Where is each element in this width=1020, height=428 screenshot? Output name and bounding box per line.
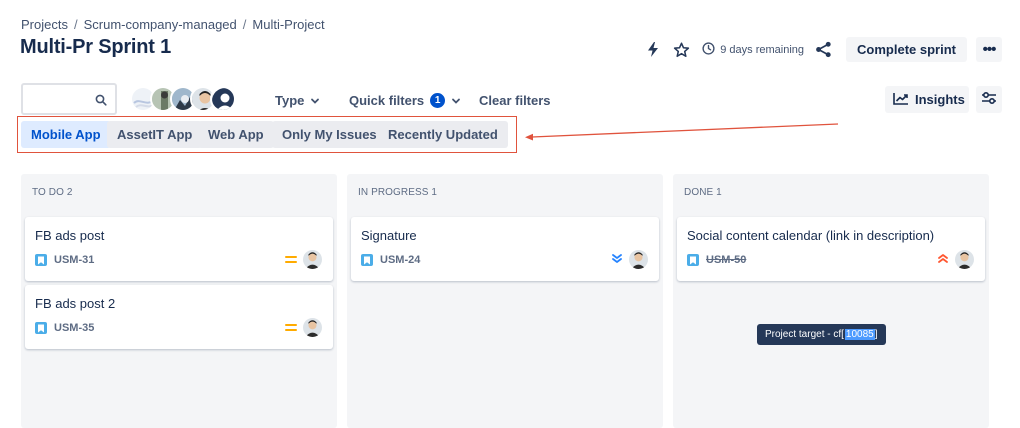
avatar[interactable] (210, 86, 236, 112)
star-icon[interactable] (670, 39, 692, 61)
chart-line-icon (893, 92, 909, 108)
chevron-down-icon (310, 93, 320, 108)
annotation-arrow (525, 123, 839, 141)
issue-title: Social content calendar (link in descrip… (687, 228, 935, 243)
story-icon (361, 254, 373, 266)
sliders-icon (981, 91, 997, 108)
search-icon (95, 93, 107, 111)
chevron-down-icon (451, 93, 461, 108)
column-header: DONE 1 (684, 187, 722, 198)
priority-medium-icon (285, 251, 297, 269)
header-actions: 9 days remaining Complete sprint ••• (642, 37, 1002, 62)
priority-highest-icon (937, 251, 949, 269)
sprint-remaining: 9 days remaining (702, 41, 805, 58)
priority-lowest-icon (611, 251, 623, 269)
breadcrumb-project-type[interactable]: Scrum-company-managed (84, 17, 237, 32)
quick-filter-web-app[interactable]: Web App (198, 121, 274, 148)
insights-button[interactable]: Insights (885, 86, 969, 113)
assignee-avatar[interactable] (303, 318, 322, 337)
quick-filters-label: Quick filters (349, 92, 425, 108)
issue-title: Signature (361, 228, 417, 243)
priority-medium-icon (285, 319, 297, 337)
tooltip: Project target - cf[10085] (757, 324, 886, 345)
remaining-text: 9 days remaining (720, 43, 805, 56)
breadcrumb-separator: / (242, 17, 247, 32)
insights-label: Insights (915, 92, 965, 107)
assignee-avatar[interactable] (955, 250, 974, 269)
board-column-todo: TO DO 2 FB ads post USM-31 FB ads post 2… (21, 174, 337, 428)
issue-title: FB ads post 2 (35, 296, 116, 311)
type-filter-label: Type (275, 92, 305, 108)
quick-filter-recently-updated[interactable]: Recently Updated (378, 121, 508, 148)
story-icon (35, 322, 47, 334)
issue-card[interactable]: FB ads post USM-31 (25, 217, 333, 281)
breadcrumb-separator: / (73, 17, 78, 32)
assignee-avatar[interactable] (629, 250, 648, 269)
story-icon (687, 254, 699, 266)
issue-key[interactable]: USM-24 (380, 254, 420, 266)
issue-key[interactable]: USM-31 (54, 254, 94, 266)
assignee-avatar[interactable] (303, 250, 322, 269)
complete-sprint-button[interactable]: Complete sprint (846, 37, 967, 62)
column-header: IN PROGRESS 1 (358, 187, 438, 198)
breadcrumb-project[interactable]: Multi-Project (252, 17, 324, 32)
type-filter-dropdown[interactable]: Type (275, 90, 320, 110)
more-actions-button[interactable]: ••• (976, 37, 1002, 62)
clear-filters-button[interactable]: Clear filters (479, 90, 551, 110)
share-icon[interactable] (812, 39, 834, 61)
issue-key[interactable]: USM-50 (706, 254, 746, 266)
quick-filter-only-my-issues[interactable]: Only My Issues (272, 121, 387, 148)
breadcrumb-projects[interactable]: Projects (21, 17, 68, 32)
clock-icon (702, 41, 715, 58)
lightning-icon[interactable] (642, 39, 664, 61)
avatar-group (130, 86, 236, 112)
quick-filter-assetit-app[interactable]: AssetIT App (107, 121, 203, 148)
quick-filter-mobile-app[interactable]: Mobile App (21, 121, 111, 148)
page-title: Multi-Pr Sprint 1 (20, 36, 172, 58)
issue-key[interactable]: USM-35 (54, 322, 94, 334)
view-settings-button[interactable] (976, 86, 1002, 113)
tooltip-suffix: ] (874, 329, 878, 340)
board-column-done: DONE 1 Social content calendar (link in … (673, 174, 989, 428)
issue-card[interactable]: Social content calendar (link in descrip… (677, 217, 985, 281)
tooltip-text: Project target - cf[ (765, 329, 844, 340)
quick-filters-dropdown[interactable]: Quick filters 1 (349, 90, 461, 110)
search-input[interactable] (21, 83, 117, 115)
issue-card[interactable]: FB ads post 2 USM-35 (25, 285, 333, 349)
issue-title: FB ads post (35, 228, 105, 243)
story-icon (35, 254, 47, 266)
tooltip-highlight: 10085 (844, 329, 875, 340)
breadcrumb: Projects / Scrum-company-managed / Multi… (21, 17, 325, 32)
column-header: TO DO 2 (32, 187, 73, 198)
issue-card[interactable]: Signature USM-24 (351, 217, 659, 281)
quick-filters-count-badge: 1 (430, 92, 446, 108)
board-column-in-progress: IN PROGRESS 1 Signature USM-24 (347, 174, 663, 428)
